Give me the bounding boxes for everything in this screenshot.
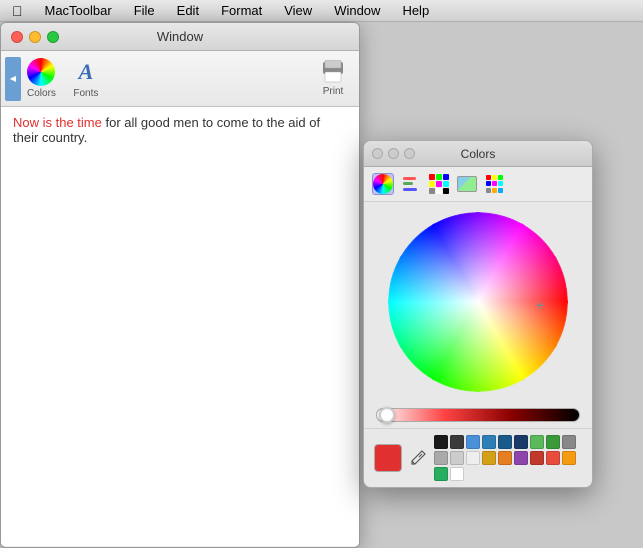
menubar-format[interactable]: Format <box>217 3 266 18</box>
colors-panel: Colors <box>363 140 593 488</box>
font-icon: A <box>72 58 100 86</box>
toolbar: Colors A Fonts Print <box>1 51 359 107</box>
menubar-window[interactable]: Window <box>330 3 384 18</box>
swatch[interactable] <box>434 451 448 465</box>
colors-panel-titlebar: Colors <box>364 141 592 167</box>
apple-menu[interactable]:  <box>8 3 27 19</box>
colors-close-button[interactable] <box>372 148 383 159</box>
swatch[interactable] <box>562 435 576 449</box>
color-wheel-tab-icon <box>373 174 393 194</box>
swatch[interactable] <box>450 467 464 481</box>
swatch[interactable] <box>530 451 544 465</box>
hue-slider-track[interactable] <box>376 408 580 422</box>
swatch[interactable] <box>450 435 464 449</box>
window-controls <box>11 31 59 43</box>
menubar:  MacToolbar File Edit Format View Windo… <box>0 0 643 22</box>
colors-label: Colors <box>27 88 56 99</box>
color-grid-icon <box>429 174 449 194</box>
color-image-tab[interactable] <box>456 173 478 195</box>
swatches-row <box>364 428 592 487</box>
hue-slider-thumb[interactable] <box>379 407 395 423</box>
swatch[interactable] <box>498 451 512 465</box>
swatch[interactable] <box>546 435 560 449</box>
swatch[interactable] <box>434 467 448 481</box>
color-sliders-tab[interactable] <box>400 173 422 195</box>
colors-panel-title: Colors <box>461 147 496 161</box>
hue-slider-container <box>364 402 592 428</box>
swatch-grid <box>434 435 583 481</box>
colors-minimize-button[interactable] <box>388 148 399 159</box>
doc-text-colored: Now is the time <box>13 115 102 130</box>
window-title: Window <box>157 29 203 44</box>
print-label: Print <box>323 86 344 97</box>
color-sliders-icon <box>401 174 421 194</box>
swatch[interactable] <box>562 451 576 465</box>
swatch[interactable] <box>514 435 528 449</box>
main-window: Window Colors A Fonts Print <box>0 22 360 548</box>
swatch[interactable] <box>514 451 528 465</box>
print-toolbar-item[interactable]: Print <box>315 56 355 101</box>
color-crayon-tab[interactable] <box>484 173 506 195</box>
document-area[interactable]: Now is the time for all good men to come… <box>1 107 359 546</box>
menubar-edit[interactable]: Edit <box>173 3 203 18</box>
fonts-toolbar-item[interactable]: A Fonts <box>66 54 106 103</box>
menubar-help[interactable]: Help <box>398 3 433 18</box>
color-wheel[interactable]: + <box>388 212 568 392</box>
color-wheel-tab[interactable] <box>372 173 394 195</box>
selected-color-swatch[interactable] <box>374 444 402 472</box>
sidebar-toggle-button[interactable] <box>5 57 21 101</box>
minimize-button[interactable] <box>29 31 41 43</box>
menubar-mactoolbar[interactable]: MacToolbar <box>41 3 116 18</box>
colors-window-controls <box>372 148 415 159</box>
close-button[interactable] <box>11 31 23 43</box>
colors-toolbar-item[interactable]: Colors <box>21 54 62 103</box>
color-wheel-svg: + <box>388 212 568 392</box>
menubar-view[interactable]: View <box>280 3 316 18</box>
eyedropper-button[interactable] <box>406 446 430 470</box>
swatch[interactable] <box>498 435 512 449</box>
swatch[interactable] <box>450 451 464 465</box>
color-grid-tab[interactable] <box>428 173 450 195</box>
swatch[interactable] <box>482 451 496 465</box>
color-crayon-icon <box>485 174 505 194</box>
swatch[interactable] <box>546 451 560 465</box>
svg-text:+: + <box>536 297 544 313</box>
swatch[interactable] <box>434 435 448 449</box>
color-wheel-icon <box>27 58 55 86</box>
title-bar: Window <box>1 23 359 51</box>
fonts-label: Fonts <box>73 88 98 99</box>
toolbar-left: Colors A Fonts <box>21 54 106 103</box>
maximize-button[interactable] <box>47 31 59 43</box>
swatch[interactable] <box>530 435 544 449</box>
menubar-file[interactable]: File <box>130 3 159 18</box>
color-wheel-container[interactable]: + <box>364 202 592 402</box>
colors-toolbar <box>364 167 592 202</box>
swatch[interactable] <box>466 451 480 465</box>
swatch[interactable] <box>466 435 480 449</box>
print-icon <box>319 60 347 84</box>
color-image-icon <box>457 176 477 192</box>
swatch[interactable] <box>482 435 496 449</box>
colors-maximize-button[interactable] <box>404 148 415 159</box>
